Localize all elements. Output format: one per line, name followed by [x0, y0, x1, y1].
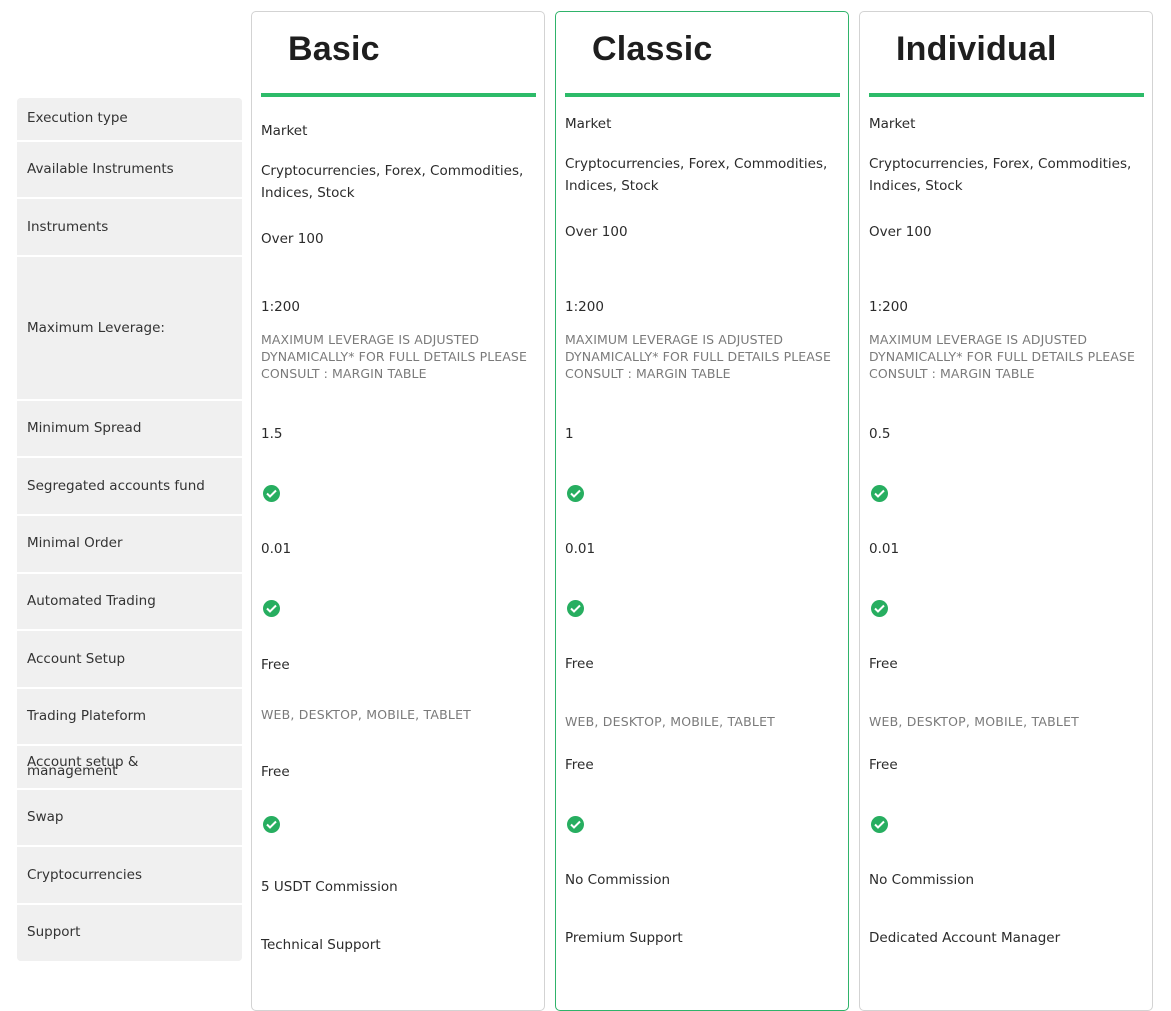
account-setup-value: Free: [261, 657, 290, 673]
feature-label: Segregated accounts fund: [27, 478, 205, 494]
minimal-order-value: 0.01: [869, 541, 900, 557]
support-value: Technical Support: [261, 937, 381, 953]
trading-platform-value: WEB, DESKTOP, MOBILE, TABLET: [869, 714, 1080, 729]
check-icon: [567, 600, 584, 617]
support-value: Premium Support: [565, 930, 683, 946]
plan-title: Basic: [288, 30, 380, 68]
account-setup-value: Free: [869, 656, 898, 672]
leverage-note: MAXIMUM LEVERAGE IS ADJUSTED DYNAMICALLY…: [869, 332, 1135, 381]
check-icon: [871, 485, 888, 502]
feature-label: Minimum Spread: [27, 420, 142, 436]
minimal-order-value: 0.01: [261, 541, 292, 557]
available-instruments-value: Cryptocurrencies, Forex, Commodities, In…: [565, 156, 828, 194]
instruments-value: Over 100: [261, 231, 324, 247]
account-setup-management-value: Free: [565, 757, 594, 773]
account-setup-management-value: Free: [869, 757, 898, 773]
check-icon: [263, 816, 280, 833]
check-icon: [263, 485, 280, 502]
feature-row-maximum-leverage: Maximum Leverage:: [17, 257, 242, 401]
check-icon: [871, 816, 888, 833]
feature-row-account-setup: Account Setup: [17, 631, 242, 689]
account-setup-management-value: Free: [261, 764, 290, 780]
trading-platform-value: WEB, DESKTOP, MOBILE, TABLET: [261, 707, 472, 722]
feature-row-support: Support: [17, 905, 242, 961]
leverage-note: MAXIMUM LEVERAGE IS ADJUSTED DYNAMICALLY…: [261, 332, 527, 381]
min-spread-value: 1: [565, 426, 574, 442]
plan-card-basic: Basic Market Cryptocurrencies, Forex, Co…: [251, 11, 545, 1011]
feature-row-trading-platform: Trading Plateform: [17, 689, 242, 746]
feature-row-available-instruments: Available Instruments: [17, 142, 242, 199]
max-leverage-value: 1:200: [869, 299, 908, 315]
cryptocurrencies-value: 5 USDT Commission: [261, 879, 398, 895]
plan-title: Classic: [592, 30, 713, 68]
feature-label: Execution type: [27, 110, 128, 126]
instruments-value: Over 100: [565, 224, 628, 240]
feature-label: Instruments: [27, 219, 109, 235]
max-leverage-value: 1:200: [261, 299, 300, 315]
feature-label: Account Setup: [27, 651, 126, 667]
feature-label: Trading Plateform: [27, 708, 147, 724]
min-spread-value: 0.5: [869, 426, 891, 442]
plan-card-classic: Classic Market Cryptocurrencies, Forex, …: [555, 11, 849, 1011]
minimal-order-value: 0.01: [565, 541, 596, 557]
leverage-note: MAXIMUM LEVERAGE IS ADJUSTED DYNAMICALLY…: [565, 332, 831, 381]
feature-row-swap: Swap: [17, 790, 242, 847]
account-setup-value: Free: [565, 656, 594, 672]
plan-accent-bar: [261, 93, 536, 97]
instruments-value: Over 100: [869, 224, 932, 240]
available-instruments-value: Cryptocurrencies, Forex, Commodities, In…: [869, 156, 1132, 194]
feature-label: Available Instruments: [27, 161, 174, 177]
feature-label: Cryptocurrencies: [27, 867, 143, 883]
check-icon: [871, 600, 888, 617]
feature-label: Automated Trading: [27, 593, 156, 609]
plan-accent-bar: [869, 93, 1144, 97]
execution-type-value: Market: [869, 116, 916, 132]
feature-label: Maximum Leverage:: [27, 320, 165, 336]
feature-row-instruments: Instruments: [17, 199, 242, 257]
min-spread-value: 1.5: [261, 426, 283, 442]
feature-row-execution-type: Execution type: [17, 98, 242, 142]
feature-row-segregated-accounts-fund: Segregated accounts fund: [17, 458, 242, 516]
feature-row-cryptocurrencies: Cryptocurrencies: [17, 847, 242, 905]
available-instruments-value: Cryptocurrencies, Forex, Commodities, In…: [261, 163, 524, 201]
execution-type-value: Market: [261, 123, 308, 139]
trading-platform-value: WEB, DESKTOP, MOBILE, TABLET: [565, 714, 776, 729]
feature-label: Support: [27, 924, 81, 940]
support-value: Dedicated Account Manager: [869, 930, 1061, 946]
check-icon: [567, 816, 584, 833]
plan-card-individual: Individual Market Cryptocurrencies, Fore…: [859, 11, 1153, 1011]
cryptocurrencies-value: No Commission: [565, 872, 671, 888]
feature-label: Swap: [27, 809, 64, 825]
check-icon: [263, 600, 280, 617]
feature-row-minimal-order: Minimal Order: [17, 516, 242, 574]
plan-accent-bar: [565, 93, 840, 97]
feature-row-minimum-spread: Minimum Spread: [17, 401, 242, 458]
check-icon: [567, 485, 584, 502]
feature-labels-column: Execution type Available Instruments Ins…: [17, 98, 242, 961]
plan-title: Individual: [896, 30, 1057, 68]
feature-row-automated-trading: Automated Trading: [17, 574, 242, 631]
cryptocurrencies-value: No Commission: [869, 872, 975, 888]
feature-label: Account setup & management: [27, 754, 139, 779]
feature-label: Minimal Order: [27, 535, 123, 551]
execution-type-value: Market: [565, 116, 612, 132]
max-leverage-value: 1:200: [565, 299, 604, 315]
feature-row-account-setup-management: Account setup & management: [17, 746, 242, 790]
